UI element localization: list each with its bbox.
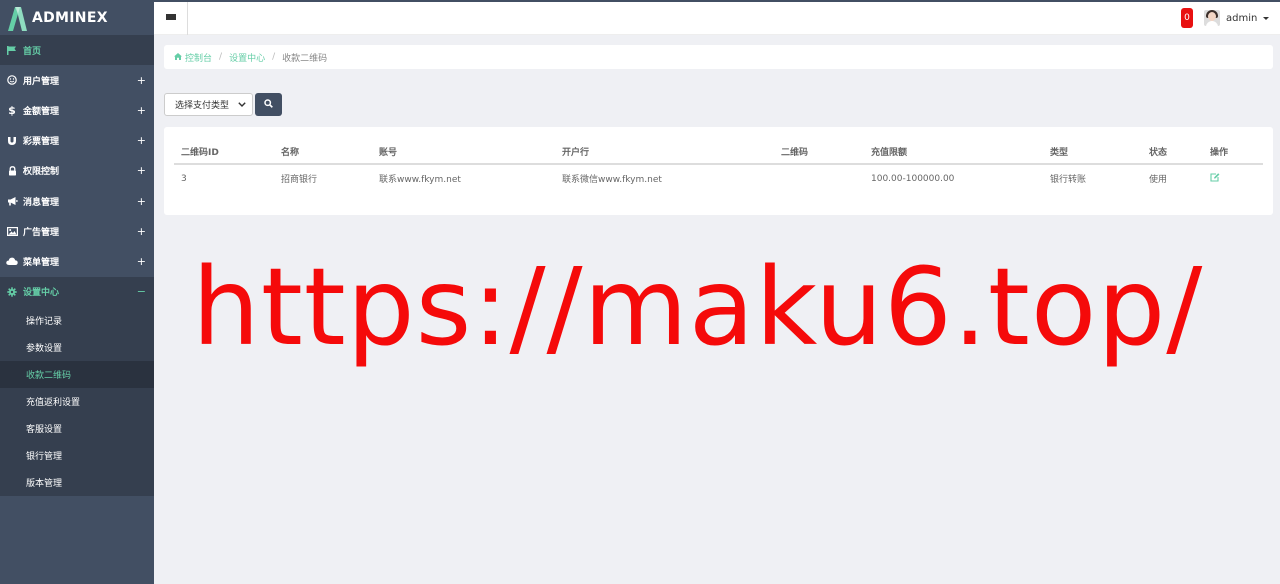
flag-icon bbox=[6, 44, 18, 56]
cell-id: 3 bbox=[181, 173, 187, 184]
gear-icon bbox=[6, 286, 18, 298]
dollar-icon: $ bbox=[8, 103, 16, 117]
breadcrumb-current: 收款二维码 bbox=[282, 53, 328, 64]
breadcrumb-home-link[interactable]: 控制台 bbox=[185, 51, 212, 64]
username: admin bbox=[1226, 12, 1258, 24]
qrcode-table-panel: 二维码ID 名称 账号 开户行 二维码 充值限额 类型 状态 操作 3 招商银行… bbox=[164, 127, 1273, 215]
expand-icon: + bbox=[136, 224, 146, 238]
logo[interactable]: ADMINEX bbox=[0, 0, 154, 35]
col-header-bank: 开户行 bbox=[555, 139, 774, 165]
col-header-actions: 操作 bbox=[1203, 139, 1263, 165]
cell-status: 使用 bbox=[1149, 175, 1168, 185]
table-header-row: 二维码ID 名称 账号 开户行 二维码 充值限额 类型 状态 操作 bbox=[174, 139, 1263, 165]
cell-actions bbox=[1203, 164, 1263, 192]
image-icon bbox=[6, 225, 18, 237]
breadcrumb-separator: / bbox=[272, 52, 276, 62]
submenu-item-customer-service[interactable]: 客服设置 bbox=[0, 415, 154, 442]
caret-down-icon bbox=[1263, 16, 1270, 20]
expand-icon: + bbox=[136, 134, 146, 148]
expand-icon: + bbox=[136, 73, 146, 87]
smile-icon bbox=[6, 74, 18, 86]
sidebar-toggle-button[interactable] bbox=[154, 2, 188, 35]
sidebar-item-label: 首页 bbox=[23, 46, 42, 57]
cell-type: 银行转账 bbox=[1050, 175, 1087, 185]
magnet-icon bbox=[6, 135, 18, 147]
sidebar-item-home[interactable]: 首页 bbox=[0, 35, 154, 66]
sidebar-item-messages[interactable]: 消息管理 + bbox=[0, 186, 154, 216]
sidebar-item-money[interactable]: $ 金额管理 + bbox=[0, 95, 154, 125]
breadcrumb-separator: / bbox=[219, 52, 223, 62]
submenu-item-logs[interactable]: 操作记录 bbox=[0, 307, 154, 334]
submenu-item-params[interactable]: 参数设置 bbox=[0, 334, 154, 361]
cloud-icon bbox=[6, 255, 18, 267]
sidebar-item-label: 广告管理 bbox=[23, 227, 60, 238]
search-button[interactable] bbox=[255, 93, 282, 116]
sidebar-item-label: 金额管理 bbox=[23, 106, 60, 117]
lock-icon bbox=[6, 165, 18, 177]
watermark-url: https://maku6.top/ bbox=[192, 246, 1204, 370]
chevron-down-icon bbox=[238, 100, 246, 109]
sidebar-item-label: 菜单管理 bbox=[23, 257, 60, 268]
expand-icon: + bbox=[136, 164, 146, 178]
cell-qrcode bbox=[774, 164, 864, 192]
breadcrumb-section-link[interactable]: 设置中心 bbox=[229, 51, 265, 64]
col-header-status: 状态 bbox=[1142, 139, 1203, 165]
sidebar-item-label: 设置中心 bbox=[23, 288, 60, 299]
notification-badge[interactable]: 0 bbox=[1181, 8, 1193, 28]
bullhorn-icon bbox=[6, 195, 18, 207]
sidebar-item-ads[interactable]: 广告管理 + bbox=[0, 216, 154, 246]
sidebar-item-label: 权限控制 bbox=[23, 167, 60, 178]
sidebar-item-permissions[interactable]: 权限控制 + bbox=[0, 156, 154, 186]
col-header-qrcode: 二维码 bbox=[774, 139, 864, 165]
sidebar-menu: 首页 用户管理 + $ 金额管理 + 彩票管理 + 权限控制 + 消息管理 + … bbox=[0, 35, 154, 307]
sidebar-item-users[interactable]: 用户管理 + bbox=[0, 65, 154, 95]
sidebar-item-settings[interactable]: 设置中心 − bbox=[0, 276, 154, 307]
col-header-name: 名称 bbox=[274, 139, 372, 165]
submenu-item-versions[interactable]: 版本管理 bbox=[0, 469, 154, 496]
user-menu[interactable]: admin bbox=[1204, 9, 1270, 27]
cell-limit: 100.00-100000.00 bbox=[871, 173, 955, 184]
sidebar-item-label: 消息管理 bbox=[23, 197, 60, 208]
logo-text: ADMINEX bbox=[32, 9, 108, 26]
logo-mark-icon bbox=[6, 5, 28, 31]
expand-icon: + bbox=[136, 103, 146, 117]
cell-account: 联系www.fkym.net bbox=[379, 175, 461, 185]
col-header-id: 二维码ID bbox=[174, 139, 274, 165]
qrcode-table: 二维码ID 名称 账号 开户行 二维码 充值限额 类型 状态 操作 3 招商银行… bbox=[174, 139, 1263, 192]
home-icon bbox=[174, 52, 182, 62]
sidebar-item-label: 用户管理 bbox=[23, 76, 60, 87]
sidebar-item-label: 彩票管理 bbox=[23, 137, 60, 148]
collapse-icon: − bbox=[136, 285, 146, 299]
table-row: 3 招商银行 联系www.fkym.net 联系微信www.fkym.net 1… bbox=[174, 164, 1263, 192]
submenu-item-recharge-rebate[interactable]: 充值返利设置 bbox=[0, 388, 154, 415]
submenu-item-qrcode[interactable]: 收款二维码 bbox=[0, 360, 154, 388]
cell-name: 招商银行 bbox=[281, 175, 318, 185]
hamburger-icon bbox=[165, 14, 176, 23]
sidebar-item-menus[interactable]: 菜单管理 + bbox=[0, 246, 154, 276]
settings-submenu: 操作记录 参数设置 收款二维码 充值返利设置 客服设置 银行管理 版本管理 bbox=[0, 306, 154, 496]
col-header-type: 类型 bbox=[1043, 139, 1142, 165]
payment-type-select[interactable]: 选择支付类型 bbox=[164, 93, 253, 116]
col-header-limit: 充值限额 bbox=[864, 139, 1043, 165]
expand-icon: + bbox=[136, 194, 146, 208]
breadcrumb: 控制台 / 设置中心 / 收款二维码 bbox=[164, 45, 1273, 69]
search-icon bbox=[264, 98, 273, 111]
col-header-account: 账号 bbox=[372, 139, 555, 165]
sidebar-item-lottery[interactable]: 彩票管理 + bbox=[0, 126, 154, 156]
filter-bar: 选择支付类型 bbox=[164, 93, 282, 116]
header: 0 admin bbox=[154, 2, 1280, 35]
edit-icon[interactable] bbox=[1210, 172, 1220, 185]
expand-icon: + bbox=[136, 254, 146, 268]
select-value: 选择支付类型 bbox=[175, 101, 230, 111]
cell-bank: 联系微信www.fkym.net bbox=[562, 175, 662, 185]
avatar bbox=[1204, 10, 1220, 26]
submenu-item-banks[interactable]: 银行管理 bbox=[0, 442, 154, 469]
sidebar: ADMINEX 首页 用户管理 + $ 金额管理 + 彩票管理 + 权限控制 +… bbox=[0, 0, 154, 584]
